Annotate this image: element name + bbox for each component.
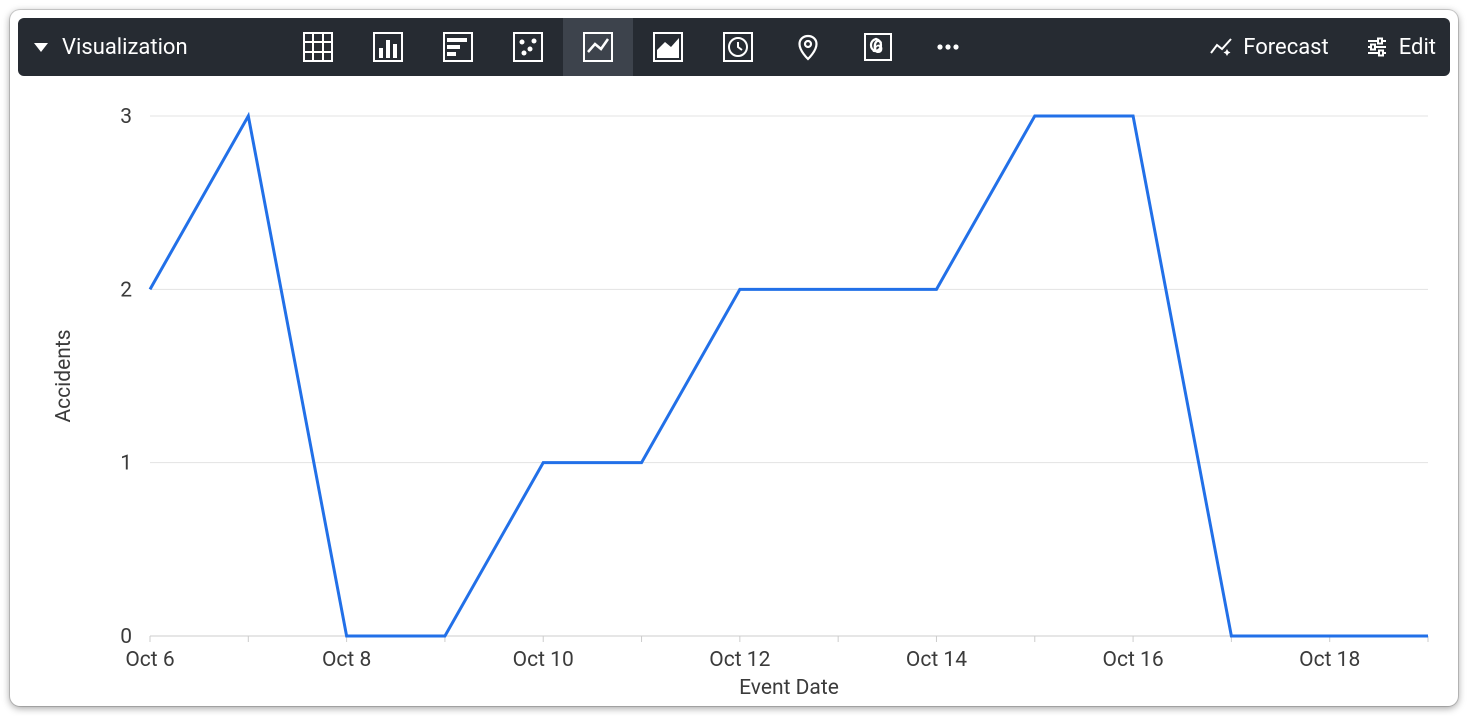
viz-type-line[interactable] bbox=[563, 18, 633, 76]
area-chart-icon bbox=[653, 32, 683, 62]
viz-type-scatter[interactable] bbox=[493, 18, 563, 76]
x-tick-label: Oct 14 bbox=[906, 648, 967, 672]
viz-type-selector: 6 bbox=[283, 18, 983, 76]
line-chart-icon bbox=[583, 32, 613, 62]
viz-type-column[interactable] bbox=[353, 18, 423, 76]
map-pin-icon bbox=[793, 32, 823, 62]
edit-button[interactable]: Edit bbox=[1365, 35, 1436, 60]
sliders-icon bbox=[1365, 35, 1389, 59]
viz-type-area[interactable] bbox=[633, 18, 703, 76]
more-icon bbox=[933, 32, 963, 62]
clock-icon bbox=[723, 32, 753, 62]
y-tick-label: 3 bbox=[120, 105, 132, 129]
column-chart-icon bbox=[373, 32, 403, 62]
sparkle-icon bbox=[1209, 35, 1233, 59]
x-tick-label: Oct 10 bbox=[513, 648, 574, 672]
x-tick-label: Oct 18 bbox=[1299, 648, 1360, 672]
y-tick-label: 2 bbox=[120, 278, 132, 302]
line-chart[interactable]: 0 1 2 3 Oct 6 Oct 8 Oct 10 Oct 12 Oct 14 Oct 16 Oc… bbox=[10, 76, 1458, 706]
viz-type-single-value[interactable]: 6 bbox=[843, 18, 913, 76]
data-series-line bbox=[150, 116, 1428, 636]
viz-type-more[interactable] bbox=[913, 18, 983, 76]
viz-type-map[interactable] bbox=[773, 18, 843, 76]
visualization-dropdown[interactable]: Visualization bbox=[28, 35, 283, 60]
x-tick-label: Oct 8 bbox=[322, 648, 371, 672]
forecast-label: Forecast bbox=[1243, 35, 1328, 60]
y-tick-label: 0 bbox=[120, 625, 132, 649]
edit-label: Edit bbox=[1399, 35, 1436, 60]
x-tick-label: Oct 16 bbox=[1103, 648, 1164, 672]
visualization-label: Visualization bbox=[62, 35, 188, 60]
viz-type-timeline[interactable] bbox=[703, 18, 773, 76]
line-chart-svg: 0 1 2 3 Oct 6 Oct 8 Oct 10 Oct 12 Oct 14 Oct 16 Oc… bbox=[10, 76, 1458, 706]
svg-text:6: 6 bbox=[873, 37, 883, 57]
caret-down-icon bbox=[34, 43, 48, 52]
y-tick-label: 1 bbox=[120, 452, 132, 476]
x-tick-label: Oct 6 bbox=[125, 648, 174, 672]
x-axis-title: Event Date bbox=[739, 676, 839, 700]
table-icon bbox=[303, 32, 333, 62]
scatter-chart-icon bbox=[513, 32, 543, 62]
visualization-panel: Visualization bbox=[10, 10, 1458, 706]
visualization-toolbar: Visualization bbox=[18, 18, 1450, 76]
viz-type-table[interactable] bbox=[283, 18, 353, 76]
viz-type-bar[interactable] bbox=[423, 18, 493, 76]
x-tick-label: Oct 12 bbox=[709, 648, 770, 672]
y-axis-title: Accidents bbox=[52, 329, 76, 422]
forecast-button[interactable]: Forecast bbox=[1209, 35, 1328, 60]
bar-chart-icon bbox=[443, 32, 473, 62]
single-value-icon: 6 bbox=[863, 32, 893, 62]
